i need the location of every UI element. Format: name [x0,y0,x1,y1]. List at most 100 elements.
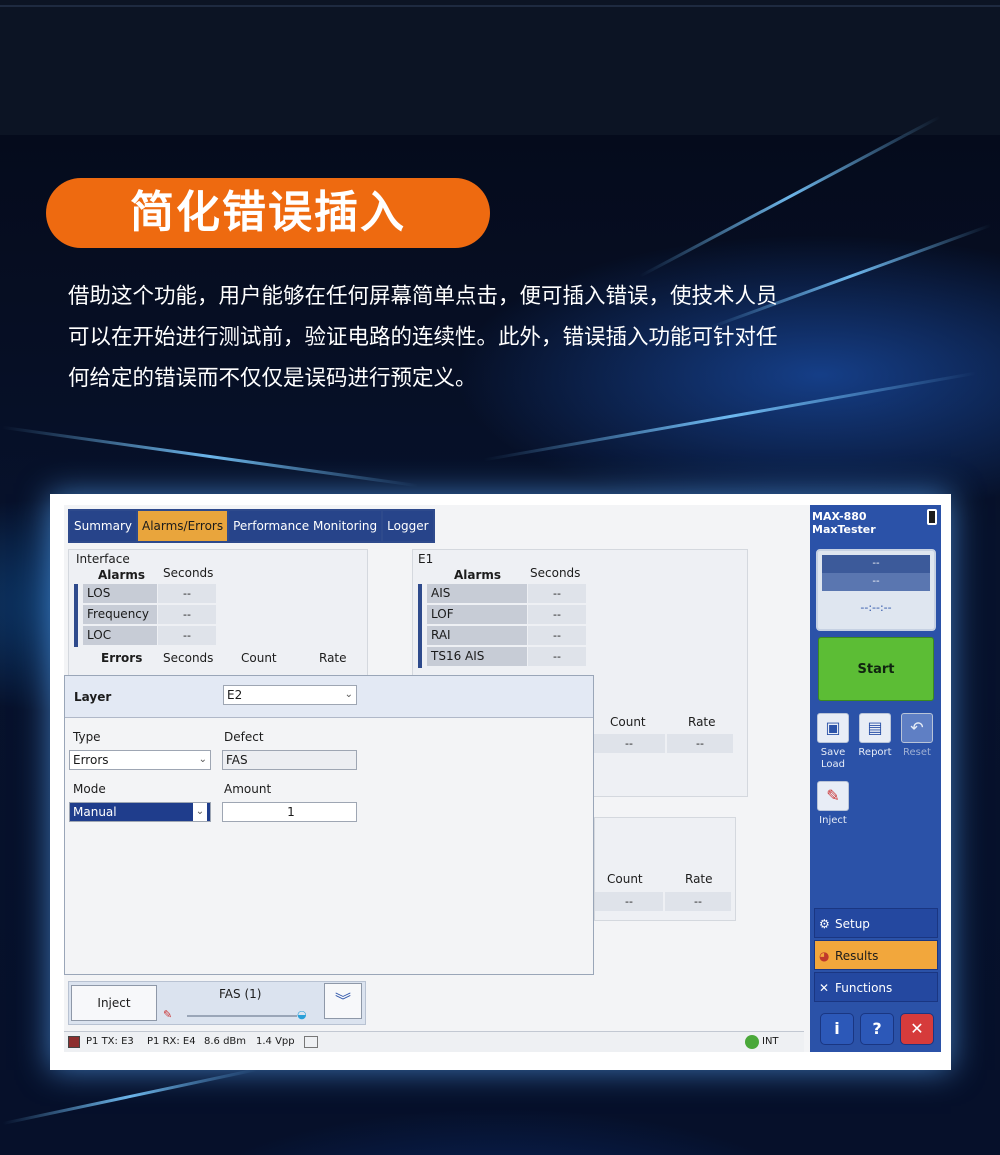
intro-text: 借助这个功能，用户能够在任何屏幕简单点击，便可插入错误，使技术人员 可以在开始进… [68,276,938,399]
mode-label: Mode [73,782,106,796]
alarm-ais: AIS [427,584,527,603]
info-button[interactable]: i [820,1013,854,1045]
intro-line: 何给定的错误而不仅仅是误码进行预定义。 [68,366,477,391]
rx-status: P1 RX: E4 [147,1036,196,1047]
alarms-header: Alarms [98,568,146,582]
interface-panel: Interface Alarms Seconds LOS -- Frequenc… [68,549,368,679]
amount-field[interactable]: 1 [222,802,357,822]
lower-count-value: -- [595,892,663,911]
e1-seconds-header: Seconds [530,566,581,580]
info-icon: i [834,1019,840,1038]
type-select[interactable]: Errors ⌄ [69,750,211,770]
device-name: MAX-880 [812,510,867,523]
reset-icon: ↶ [901,713,933,743]
clock-source-status: INT [762,1036,779,1047]
voltage-status: 1.4 Vpp [256,1036,295,1047]
tab-alarms-errors[interactable]: Alarms/Errors [138,511,228,541]
battery-icon [927,509,937,525]
defect-field: FAS [222,750,357,770]
e1-title: E1 [418,552,434,566]
lower-stats-panel: Count Rate -- -- [594,817,736,921]
intro-line: 可以在开始进行测试前，验证电路的连续性。此外，错误插入功能可针对任 [68,325,778,350]
lower-count-header: Count [607,872,643,886]
tools-icon: ✕ [819,981,830,995]
errors-count-header: Count [241,651,277,665]
start-button[interactable]: Start [818,637,934,701]
type-value: Errors [73,753,109,767]
tab-logger[interactable]: Logger [383,511,433,541]
alarm-los-seconds: -- [158,584,216,603]
alarm-lof: LOF [427,605,527,624]
alarm-ts16-ais-seconds: -- [528,647,586,666]
nav-functions[interactable]: ✕ Functions [814,972,938,1002]
errors-rate-header: Rate [319,651,347,665]
syringe-icon: ✎ [163,1008,173,1021]
amount-label: Amount [224,782,272,796]
tx-status: P1 TX: E3 [86,1036,134,1047]
save-icon: ▣ [817,713,849,743]
interface-title: Interface [76,552,130,566]
lower-rate-header: Rate [685,872,713,886]
help-icon: ? [872,1019,882,1038]
section-title: 简化错误插入 [46,178,490,248]
timer-line-1: -- [822,555,930,573]
timer-time: --:--:-- [860,601,892,614]
tab-summary[interactable]: Summary [70,511,136,541]
nav-results[interactable]: ◕ Results [814,940,938,970]
report-tool[interactable]: ▤ Report [856,713,894,759]
alarm-rai: RAI [427,626,527,645]
droplet-icon: ◒ [297,1008,307,1021]
inject-button[interactable]: Inject [71,985,157,1021]
help-button[interactable]: ? [860,1013,894,1045]
save-load-tool[interactable]: ▣ Save Load [814,713,852,771]
close-icon: ✕ [910,1019,924,1038]
alarm-loc: LOC [83,626,157,645]
tester-screen: Summary Alarms/Errors Performance Monito… [64,505,941,1052]
inject-selection-label: FAS (1) [219,987,262,1001]
tab-performance-monitoring[interactable]: Performance Monitoring [229,511,382,541]
mode-select[interactable]: Manual ⌄ [69,802,211,822]
errors-seconds-header: Seconds [163,651,214,665]
status-bar: P1 TX: E3 P1 RX: E4 8.6 dBm 1.4 Vpp INT [64,1031,804,1052]
seconds-header: Seconds [163,566,214,580]
errors-header: Errors [101,651,143,665]
nav-setup[interactable]: ⚙ Setup [814,908,938,938]
layer-select[interactable]: E2 ⌄ [223,685,357,705]
defect-label: Defect [224,730,264,744]
close-button[interactable]: ✕ [900,1013,934,1045]
inject-tool[interactable]: ✎ Inject [814,781,852,827]
inject-config-dialog: Layer E2 ⌄ Type Errors ⌄ Defect FAS Mode… [64,675,594,975]
e1-alarms-header: Alarms [454,568,502,582]
chevron-down-icon: ⌄ [198,754,207,765]
control-sidebar: MAX-880 MaxTester -- -- --:--:-- Start ▣… [810,505,941,1052]
alarm-frequency-seconds: -- [158,605,216,624]
double-chevron-down-icon: ︾ [334,991,351,1010]
layer-value: E2 [227,688,243,702]
alarm-rai-seconds: -- [528,626,586,645]
expand-button[interactable]: ︾ [324,983,362,1019]
intro-line: 借助这个功能，用户能够在任何屏幕简单点击，便可插入错误，使技术人员 [68,284,778,309]
layer-label: Layer [74,690,112,704]
mode-value: Manual [73,805,117,819]
report-icon: ▤ [859,713,891,743]
alarm-los: LOS [83,584,157,603]
test-timer: -- -- --:--:-- [816,549,936,631]
device-title: MAX-880 MaxTester [812,510,876,536]
lower-rate-value: -- [665,892,731,911]
chevron-down-icon: ⌄ [344,689,353,700]
e1-count-value: -- [593,734,665,753]
clock-source-icon [745,1035,759,1049]
alarm-ais-seconds: -- [528,584,586,603]
inject-bar: Inject FAS (1) ✎ ◒ [68,981,366,1025]
port-icon [68,1036,80,1048]
device-model: MaxTester [812,523,876,536]
reset-tool[interactable]: ↶ Reset [898,713,936,759]
alarm-lof-seconds: -- [528,605,586,624]
gear-icon: ⚙ [819,917,830,931]
chevron-down-icon: ⌄ [193,803,207,821]
tab-bar: Summary Alarms/Errors Performance Monito… [68,509,435,543]
e1-rate-header: Rate [688,715,716,729]
timer-line-2: -- [822,573,930,591]
e1-rate-value: -- [667,734,733,753]
alarm-frequency: Frequency [83,605,157,624]
